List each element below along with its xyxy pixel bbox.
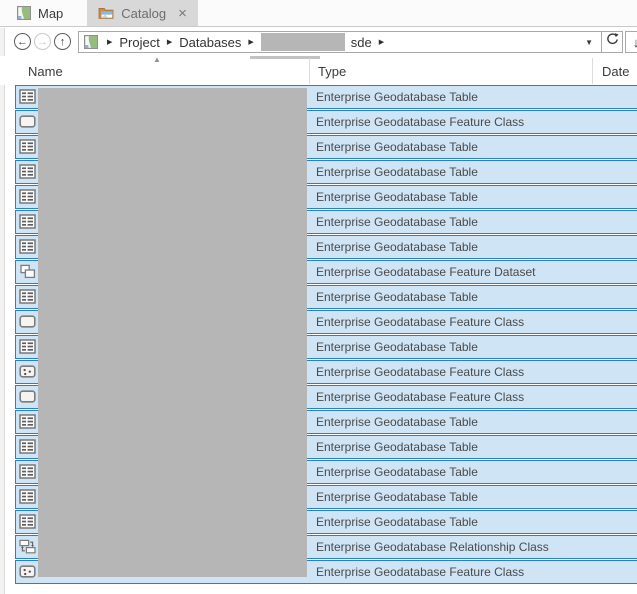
breadcrumb-separator-icon: ▶ bbox=[378, 39, 385, 46]
redacted-name-column bbox=[38, 88, 307, 577]
breadcrumb-item-project[interactable]: Project bbox=[119, 35, 159, 50]
view-tab-bar: Map Catalog × bbox=[0, 0, 637, 27]
type-cell: Enterprise Geodatabase Feature Class bbox=[316, 390, 525, 404]
back-button[interactable]: ← bbox=[14, 33, 31, 50]
column-divider[interactable] bbox=[309, 58, 310, 84]
catalog-view-icon bbox=[98, 6, 114, 20]
type-cell: Enterprise Geodatabase Table bbox=[316, 140, 478, 154]
table-icon bbox=[19, 463, 36, 481]
up-button[interactable]: ↑ bbox=[54, 33, 71, 50]
type-cell: Enterprise Geodatabase Table bbox=[316, 90, 478, 104]
breadcrumb-item-databases[interactable]: Databases bbox=[179, 35, 241, 50]
nav-buttons: ← → ↑ bbox=[14, 33, 71, 50]
type-cell: Enterprise Geodatabase Table bbox=[316, 490, 478, 504]
tab-catalog[interactable]: Catalog × bbox=[87, 0, 198, 26]
feature-class-polygon-icon bbox=[19, 389, 36, 406]
type-cell: Enterprise Geodatabase Table bbox=[316, 515, 478, 529]
forward-arrow-icon: → bbox=[37, 35, 48, 48]
type-cell: Enterprise Geodatabase Table bbox=[316, 165, 478, 179]
table-icon bbox=[19, 213, 36, 231]
type-cell: Enterprise Geodatabase Table bbox=[316, 190, 478, 204]
table-icon bbox=[19, 288, 36, 306]
column-header-row: ▲ Name Type Date bbox=[0, 55, 637, 85]
type-cell: Enterprise Geodatabase Feature Class bbox=[316, 315, 525, 329]
catalog-view-pane: Map Catalog × ← → ↑ ▶ Project ▶ Database… bbox=[0, 0, 637, 594]
type-cell: Enterprise Geodatabase Feature Class bbox=[316, 115, 525, 129]
table-icon bbox=[19, 163, 36, 181]
column-header-date[interactable]: Date bbox=[602, 64, 629, 79]
feature-class-point-icon bbox=[19, 564, 36, 581]
location-toolbar: ← → ↑ ▶ Project ▶ Databases ▶ sde ▶ ▼ ↓ bbox=[5, 28, 637, 56]
scroll-down-button[interactable]: ↓ bbox=[625, 31, 637, 53]
sort-ascending-icon: ▲ bbox=[153, 55, 161, 64]
table-icon bbox=[19, 338, 36, 356]
type-cell: Enterprise Geodatabase Table bbox=[316, 415, 478, 429]
column-header-name[interactable]: Name bbox=[28, 64, 63, 79]
table-icon bbox=[19, 188, 36, 206]
type-cell: Enterprise Geodatabase Table bbox=[316, 440, 478, 454]
type-cell: Enterprise Geodatabase Table bbox=[316, 215, 478, 229]
column-divider[interactable] bbox=[592, 58, 593, 84]
close-tab-icon[interactable]: × bbox=[178, 6, 187, 21]
pane-left-gutter bbox=[0, 28, 5, 594]
feature-class-point-icon bbox=[19, 364, 36, 381]
relationship-class-icon bbox=[19, 539, 36, 556]
table-icon bbox=[19, 513, 36, 531]
tab-map[interactable]: Map bbox=[6, 0, 74, 26]
down-arrow-icon: ↓ bbox=[632, 34, 637, 50]
breadcrumb-separator-icon: ▶ bbox=[166, 39, 173, 46]
table-icon bbox=[19, 413, 36, 431]
type-cell: Enterprise Geodatabase Relationship Clas… bbox=[316, 540, 549, 554]
table-icon bbox=[19, 488, 36, 506]
back-arrow-icon: ← bbox=[17, 35, 28, 48]
type-cell: Enterprise Geodatabase Table bbox=[316, 340, 478, 354]
type-cell: Enterprise Geodatabase Feature Class bbox=[316, 365, 525, 379]
tab-catalog-label: Catalog bbox=[121, 5, 167, 21]
feature-dataset-icon bbox=[19, 264, 36, 281]
table-icon bbox=[19, 438, 36, 456]
breadcrumb-separator-icon: ▶ bbox=[107, 39, 113, 46]
type-cell: Enterprise Geodatabase Table bbox=[316, 465, 478, 479]
breadcrumb-separator-icon: ▶ bbox=[248, 39, 254, 46]
breadcrumb[interactable]: ▶ Project ▶ Databases ▶ sde ▶ ▼ bbox=[78, 31, 602, 53]
breadcrumb-item-sde[interactable]: sde bbox=[351, 35, 372, 50]
refresh-icon bbox=[605, 32, 620, 52]
type-cell: Enterprise Geodatabase Feature Dataset bbox=[316, 265, 536, 279]
tab-map-label: Map bbox=[38, 5, 64, 21]
forward-button[interactable]: → bbox=[34, 33, 51, 50]
type-cell: Enterprise Geodatabase Feature Class bbox=[316, 565, 525, 579]
feature-class-polygon-icon bbox=[19, 314, 36, 331]
table-icon bbox=[19, 138, 36, 156]
type-cell: Enterprise Geodatabase Table bbox=[316, 290, 478, 304]
redacted-breadcrumb-item bbox=[260, 33, 345, 51]
up-arrow-icon: ↑ bbox=[59, 35, 66, 48]
table-icon bbox=[19, 238, 36, 256]
chevron-down-icon[interactable]: ▼ bbox=[582, 38, 596, 47]
feature-class-polygon-icon bbox=[19, 114, 36, 131]
type-cell: Enterprise Geodatabase Table bbox=[316, 240, 478, 254]
column-header-type[interactable]: Type bbox=[318, 64, 346, 79]
table-icon bbox=[19, 88, 36, 106]
refresh-button[interactable] bbox=[601, 31, 623, 53]
map-view-icon bbox=[17, 6, 31, 20]
project-icon bbox=[84, 35, 98, 49]
